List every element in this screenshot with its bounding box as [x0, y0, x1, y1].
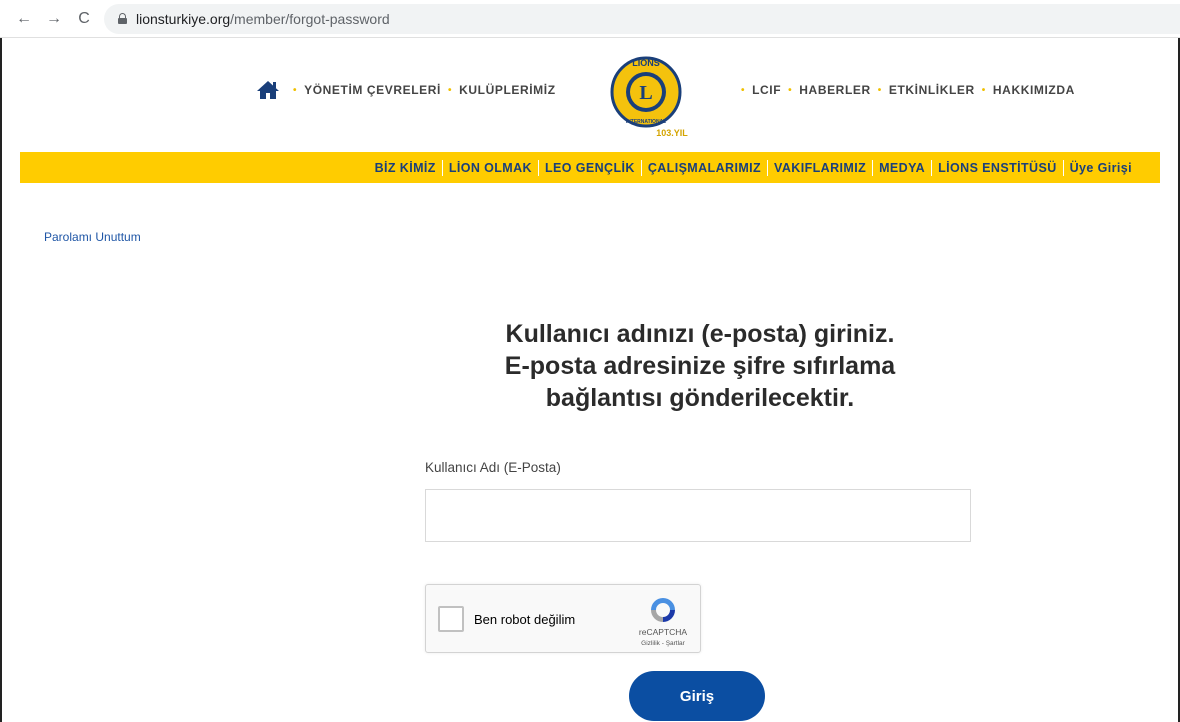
menu-item-hakkimizda[interactable]: HAKKIMIZDA	[993, 83, 1075, 97]
recaptcha-icon	[651, 598, 675, 622]
recaptcha-links[interactable]: Gizlilik - Şartlar	[630, 640, 696, 647]
recaptcha-label: Ben robot değilim	[474, 612, 576, 627]
page-title-line-2: E-posta adresinize şifre sıfırlama	[504, 352, 896, 380]
home-icon[interactable]	[256, 80, 280, 100]
menu-item-lcif[interactable]: LCIF	[752, 83, 781, 97]
recaptcha-brand: reCAPTCHA	[638, 627, 688, 637]
page-title-line-3: bağlantısı gönderilecektir.	[545, 384, 855, 412]
arrow-left-icon[interactable]: ←	[14, 9, 34, 29]
email-label: Kullanıcı Adı (E-Posta)	[425, 460, 561, 475]
url-text: lionsturkiye.org/member/forgot-password	[136, 11, 390, 27]
email-field[interactable]	[425, 489, 971, 542]
menu-separator: •	[981, 84, 986, 96]
recaptcha-widget: Ben robot değilim reCAPTCHA Gizlilik - Ş…	[425, 584, 701, 653]
ymenu-item-calismalarimiz[interactable]: ÇALIŞMALARIMIZ	[642, 161, 767, 175]
submit-button[interactable]: Giriş	[629, 671, 765, 721]
breadcrumb[interactable]: Parolamı Unuttum	[44, 230, 141, 244]
lock-icon	[118, 13, 127, 24]
top-menu-left: • YÖNETİM ÇEVRELERİ • KULÜPLERİMİZ	[286, 80, 556, 100]
ymenu-item-lions-enstitusu[interactable]: LİONS ENSTİTÜSÜ	[932, 161, 1063, 175]
ymenu-item-uye-girisi[interactable]: Üye Girişi	[1064, 161, 1138, 175]
menu-separator: •	[448, 84, 453, 96]
yellow-menu: BİZ KİMİZ LİON OLMAK LEO GENÇLİK ÇALIŞMA…	[369, 152, 1138, 183]
svg-text:INTERNATIONAL: INTERNATIONAL	[626, 119, 666, 125]
svg-text:103.YIL: 103.YIL	[656, 128, 688, 138]
menu-item-haberler[interactable]: HABERLER	[799, 83, 870, 97]
svg-text:L: L	[639, 82, 652, 104]
top-navigation: • YÖNETİM ÇEVRELERİ • KULÜPLERİMİZ L LIO…	[0, 56, 1180, 150]
address-bar[interactable]: lionsturkiye.org/member/forgot-password	[104, 4, 1180, 34]
menu-separator: •	[741, 84, 746, 96]
menu-separator: •	[293, 84, 298, 96]
browser-toolbar: ← → C lionsturkiye.org/member/forgot-pas…	[0, 0, 1180, 38]
recaptcha-checkbox[interactable]	[438, 606, 464, 632]
ymenu-item-medya[interactable]: MEDYA	[873, 161, 931, 175]
page-title-line-1: Kullanıcı adınızı (e-posta) giriniz.	[505, 320, 895, 348]
menu-separator: •	[788, 84, 793, 96]
ymenu-item-vakiflarimiz[interactable]: VAKIFLARIMIZ	[768, 161, 872, 175]
ymenu-item-lion-olmak[interactable]: LİON OLMAK	[443, 161, 538, 175]
svg-text:LIONS: LIONS	[632, 58, 660, 68]
reload-icon[interactable]: C	[74, 9, 94, 29]
menu-item-etkinlikler[interactable]: ETKİNLİKLER	[889, 83, 975, 97]
menu-item-yonetim[interactable]: YÖNETİM ÇEVRELERİ	[304, 83, 441, 97]
arrow-right-icon[interactable]: →	[44, 9, 64, 29]
menu-separator: •	[877, 84, 882, 96]
top-menu-right: • LCIF • HABERLER • ETKİNLİKLER • HAKKIM…	[734, 80, 1075, 100]
page-title: Kullanıcı adınızı (e-posta) giriniz. E-p…	[410, 318, 990, 414]
lions-logo[interactable]: L LIONS INTERNATIONAL 103.YIL	[606, 52, 698, 144]
menu-item-kuluplerimiz[interactable]: KULÜPLERİMİZ	[459, 83, 556, 97]
ymenu-item-biz-kimiz[interactable]: BİZ KİMİZ	[369, 161, 442, 175]
yellow-menu-bar: BİZ KİMİZ LİON OLMAK LEO GENÇLİK ÇALIŞMA…	[20, 152, 1160, 183]
ymenu-item-leo-genclik[interactable]: LEO GENÇLİK	[539, 161, 641, 175]
